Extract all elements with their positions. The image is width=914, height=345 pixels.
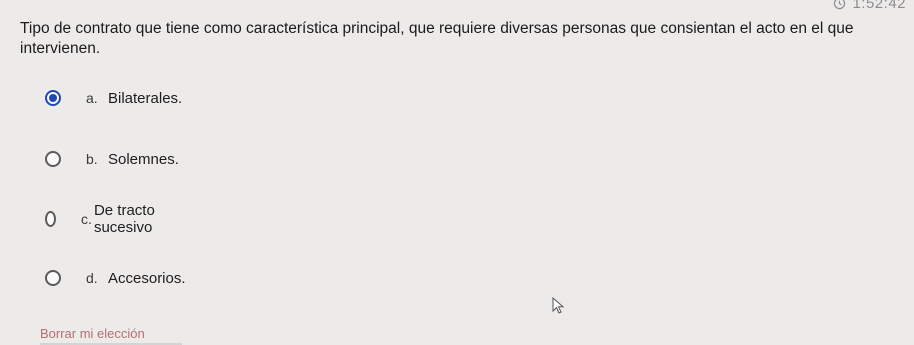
option-letter: a.: [86, 90, 98, 106]
timer: 1:52:42: [833, 0, 906, 12]
option-b[interactable]: b. Solemnes.: [45, 147, 179, 171]
option-letter: b.: [86, 151, 98, 167]
option-label: Bilaterales.: [108, 89, 183, 107]
option-label: Accesorios.: [108, 269, 186, 287]
timer-value: 1:52:42: [852, 0, 906, 12]
clear-choice-link[interactable]: Borrar mi elección: [40, 326, 182, 345]
mouse-pointer-icon: [552, 297, 565, 314]
question-text: Tipo de contrato que tiene como caracter…: [20, 20, 854, 57]
radio-option-b[interactable]: [45, 151, 61, 167]
option-a[interactable]: a. Bilaterales.: [45, 86, 182, 110]
clock-icon: [834, 0, 846, 10]
option-letter: c.: [81, 211, 92, 227]
option-label: De tracto sucesivo: [93, 202, 155, 236]
radio-option-d[interactable]: [45, 270, 61, 286]
option-d[interactable]: d. Accesorios.: [45, 266, 186, 290]
option-label: Solemnes.: [108, 150, 179, 168]
option-c[interactable]: c. De tracto sucesivo: [45, 202, 166, 236]
option-letter: d.: [86, 270, 98, 286]
radio-option-a[interactable]: [45, 90, 61, 106]
radio-option-c[interactable]: [45, 211, 57, 227]
